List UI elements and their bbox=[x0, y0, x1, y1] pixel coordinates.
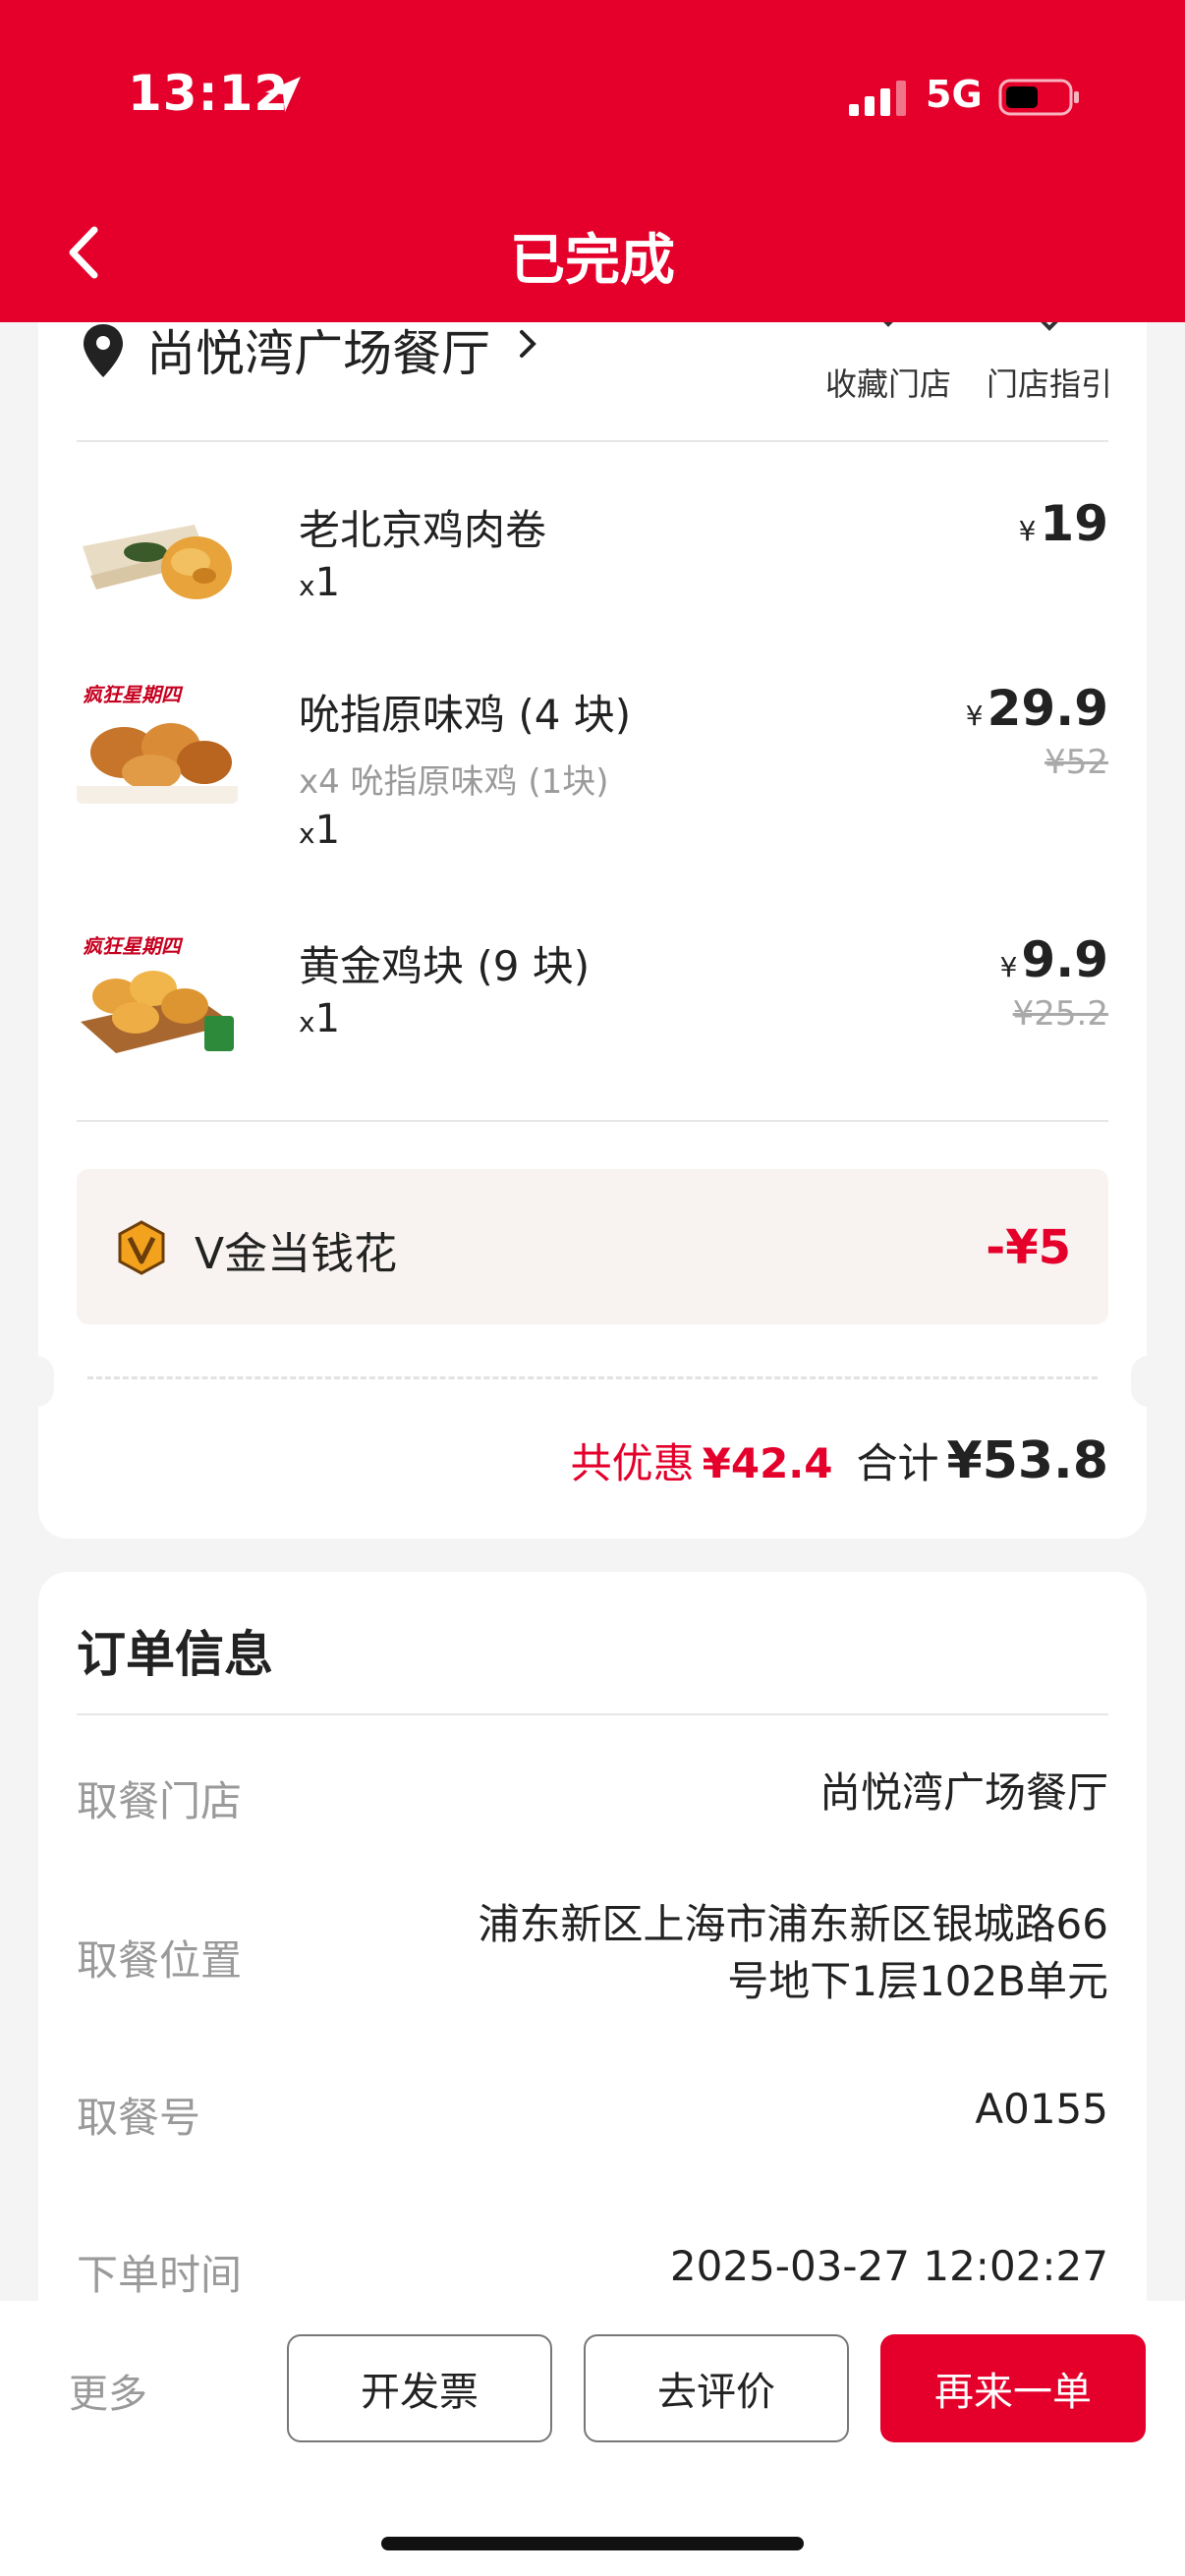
more-button[interactable]: 更多 bbox=[69, 2362, 147, 2419]
review-button[interactable]: 去评价 bbox=[584, 2334, 849, 2442]
item-quantity: x1 bbox=[299, 560, 341, 605]
item-price: ¥19 bbox=[1018, 495, 1108, 552]
info-label: 下单时间 bbox=[77, 2251, 243, 2299]
item-price: ¥9.9 bbox=[999, 931, 1108, 988]
battery-icon bbox=[998, 79, 1079, 116]
saved-label: 共优惠 bbox=[570, 1439, 695, 1487]
vcoin-label: V金当钱花 bbox=[195, 1229, 398, 1279]
info-label: 取餐位置 bbox=[77, 1936, 243, 1985]
pickup-number-value: A0155 bbox=[975, 2085, 1108, 2133]
item-original-price: ¥25.2 bbox=[1012, 994, 1108, 1034]
item-price: ¥29.9 bbox=[965, 680, 1108, 737]
saved-amount: ¥42.4 bbox=[702, 1439, 833, 1487]
vcoin-discount-row: V金当钱花 -¥5 bbox=[77, 1169, 1108, 1324]
divider bbox=[77, 440, 1108, 442]
item-quantity: x1 bbox=[299, 808, 341, 853]
ticket-notch-left bbox=[19, 1356, 54, 1407]
total-amount: ¥53.8 bbox=[946, 1431, 1108, 1490]
order-item: 老北京鸡肉卷 x1 ¥19 bbox=[77, 491, 1108, 639]
location-arrow-icon bbox=[265, 77, 301, 112]
info-label: 取餐门店 bbox=[77, 1777, 243, 1825]
info-label: 取餐号 bbox=[77, 2094, 201, 2142]
total-label: 合计 bbox=[856, 1439, 939, 1487]
page-title: 已完成 bbox=[510, 229, 675, 293]
vcoin-icon bbox=[118, 1220, 165, 1275]
chevron-right-icon[interactable] bbox=[516, 326, 539, 362]
order-time-value: 2025-03-27 12:02:27 bbox=[669, 2242, 1108, 2290]
pickup-location-value: 浦东新区上海市浦东新区银城路66 号地下1层102B单元 bbox=[478, 1900, 1108, 2005]
ticket-notch-right bbox=[1131, 1356, 1166, 1407]
order-item: 疯狂星期四 吮指原味鸡 (4 块) x4 吮指原味鸡 (1块) x1 ¥29.9… bbox=[77, 676, 1108, 872]
order-item: 疯狂星期四 黄金鸡块 (9 块) x1 ¥9.9 ¥25.2 bbox=[77, 927, 1108, 1075]
chicken-nuggets-image: 疯狂星期四 bbox=[77, 927, 238, 1055]
chicken-wrap-image bbox=[77, 491, 238, 619]
order-card: 尚悦湾广场餐厅 收藏门店 门店指引 老北京鸡肉卷 x1 ¥19 疯狂星期四 吮指… bbox=[19, 295, 1166, 1539]
vcoin-amount: -¥5 bbox=[986, 1220, 1071, 1275]
svg-text:疯狂星期四: 疯狂星期四 bbox=[83, 683, 184, 706]
store-guide-label: 门店指引 bbox=[986, 365, 1112, 403]
dashed-divider bbox=[87, 1376, 1098, 1379]
signal-icon bbox=[849, 81, 906, 116]
item-combo-detail: x4 吮指原味鸡 (1块) bbox=[299, 762, 609, 802]
item-original-price: ¥52 bbox=[1044, 743, 1108, 782]
divider bbox=[77, 1713, 1108, 1715]
invoice-button[interactable]: 开发票 bbox=[287, 2334, 552, 2442]
item-quantity: x1 bbox=[299, 996, 341, 1041]
home-indicator bbox=[381, 2537, 804, 2550]
bottom-action-bar: 更多 开发票 去评价 再来一单 bbox=[0, 2301, 1185, 2576]
item-name: 吮指原味鸡 (4 块) bbox=[299, 691, 632, 739]
favorite-store-label: 收藏门店 bbox=[824, 365, 951, 403]
reorder-button[interactable]: 再来一单 bbox=[880, 2334, 1146, 2442]
price-summary: 共优惠 ¥42.4 合计 ¥53.8 bbox=[571, 1430, 1108, 1490]
network-type: 5G bbox=[926, 73, 983, 116]
item-name: 老北京鸡肉卷 bbox=[299, 506, 547, 554]
fried-chicken-image: 疯狂星期四 bbox=[77, 676, 238, 804]
item-name: 黄金鸡块 (9 块) bbox=[299, 942, 591, 990]
header-bar: 13:12 5G 已完成 bbox=[0, 0, 1185, 322]
svg-text:疯狂星期四: 疯狂星期四 bbox=[83, 934, 184, 958]
store-name[interactable]: 尚悦湾广场餐厅 bbox=[146, 314, 490, 385]
map-pin-icon bbox=[84, 324, 123, 377]
section-title: 订单信息 bbox=[77, 1626, 273, 1683]
divider bbox=[77, 1120, 1108, 1122]
pickup-store-value: 尚悦湾广场餐厅 bbox=[818, 1768, 1108, 1817]
